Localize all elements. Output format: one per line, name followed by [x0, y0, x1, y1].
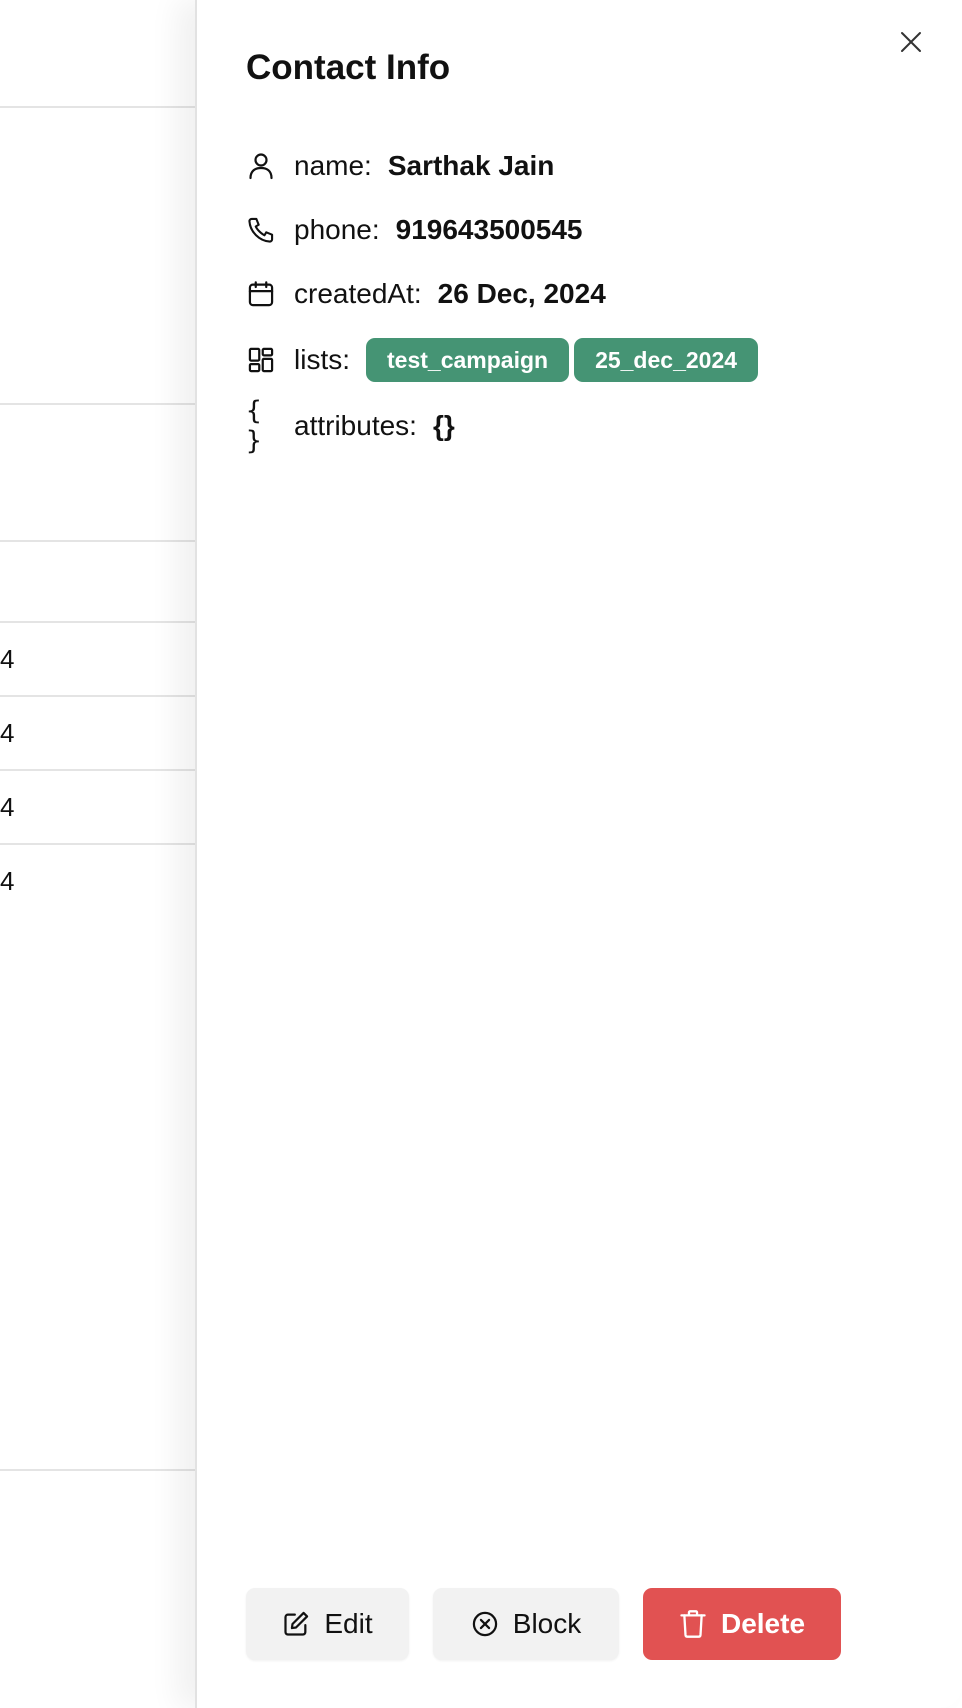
lists-row: lists: test_campaign 25_dec_2024 — [246, 337, 763, 383]
dashboard-icon — [246, 345, 276, 375]
drawer-title: Contact Info — [246, 48, 451, 87]
name-row: name: Sarthak Jain — [246, 143, 554, 189]
phone-row: phone: 919643500545 — [246, 207, 583, 253]
list-tag[interactable]: test_campaign — [366, 338, 570, 382]
created-at-row: createdAt: 26 Dec, 2024 — [246, 271, 606, 317]
close-icon — [901, 32, 921, 52]
table-divider — [0, 843, 200, 845]
name-label: name: — [294, 150, 372, 181]
table-divider — [0, 540, 200, 542]
phone-label: phone: — [294, 214, 380, 245]
table-divider — [0, 403, 200, 405]
created-at-label: createdAt: — [294, 278, 422, 309]
table-cell: 4 — [0, 644, 15, 674]
block-button-label: Block — [512, 1608, 582, 1639]
trash-icon — [680, 1610, 706, 1638]
table-divider — [0, 769, 200, 771]
table-cell: 4 — [0, 792, 15, 822]
attributes-value: {} — [432, 410, 455, 441]
name-value: Sarthak Jain — [387, 150, 555, 181]
contact-info-drawer: Contact Info name: Sarthak Jain phone: 9… — [195, 0, 962, 1708]
edit-button[interactable]: Edit — [246, 1588, 409, 1660]
edit-icon — [284, 1611, 309, 1636]
phone-icon — [246, 215, 276, 245]
table-divider — [0, 695, 200, 697]
user-icon — [246, 151, 276, 181]
phone-value: 919643500545 — [395, 214, 583, 245]
edit-button-label: Edit — [324, 1608, 373, 1639]
lists-label: lists: — [294, 344, 350, 375]
block-button[interactable]: Block — [433, 1588, 619, 1660]
table-divider — [0, 106, 200, 108]
delete-button[interactable]: Delete — [643, 1588, 841, 1660]
table-cell: 4 — [0, 718, 15, 748]
x-circle-icon — [472, 1611, 497, 1637]
attributes-label: attributes: — [294, 410, 417, 441]
created-at-value: 26 Dec, 2024 — [437, 278, 606, 309]
calendar-icon — [246, 279, 276, 309]
list-tag[interactable]: 25_dec_2024 — [574, 338, 759, 382]
table-divider — [0, 1469, 200, 1471]
braces-icon: { } — [246, 396, 264, 456]
attributes-row: { } attributes: {} — [246, 396, 455, 456]
close-button[interactable] — [894, 25, 928, 59]
delete-button-label: Delete — [720, 1608, 806, 1639]
table-cell: 4 — [0, 866, 15, 896]
table-divider — [0, 621, 200, 623]
